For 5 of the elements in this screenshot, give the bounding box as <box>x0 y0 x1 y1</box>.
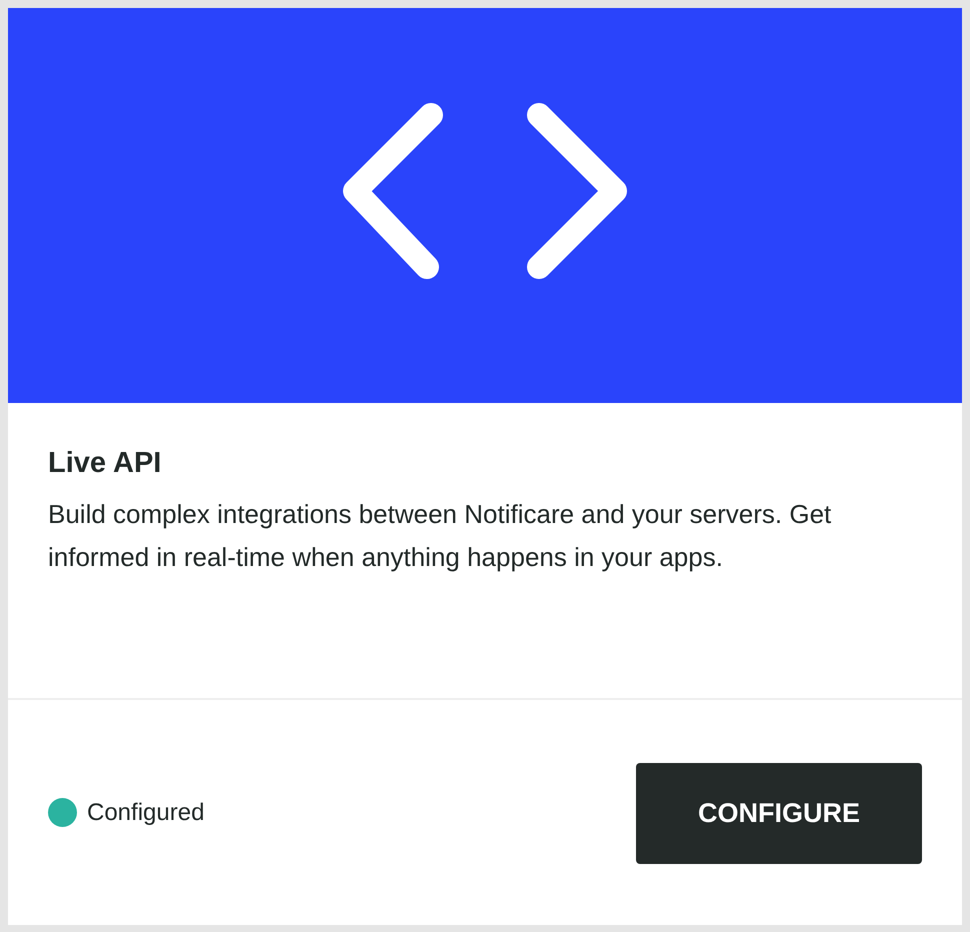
code-icon <box>343 102 627 278</box>
status-label: Configured <box>87 798 204 826</box>
card-description: Build complex integrations between Notificare and your servers. Get informed in real-time when anything happens in your apps. <box>48 498 832 574</box>
configure-button[interactable]: CONFIGURE <box>636 763 922 864</box>
card-title: Live API <box>48 446 162 481</box>
